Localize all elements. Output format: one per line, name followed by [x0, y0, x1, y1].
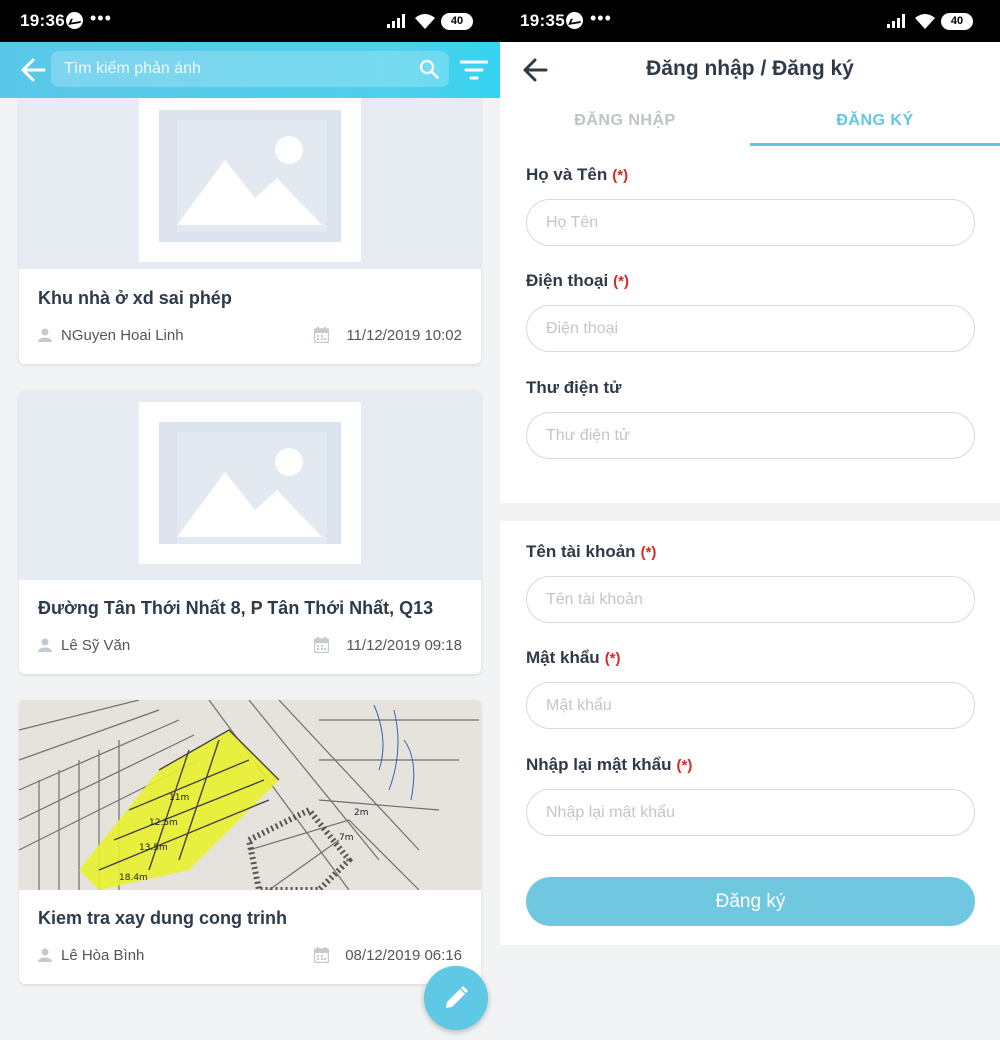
signal-icon — [387, 14, 405, 28]
password-label-text: Mật khẩu — [526, 648, 600, 667]
password-label: Mật khẩu (*) — [526, 648, 621, 668]
list-item[interactable]: 11m 12.5m 13.5m 18.4m 7m 2m Kiem tra xay dun… — [19, 700, 481, 984]
confirm-password-label: Nhập lại mật khẩu (*) — [526, 755, 692, 775]
fullname-label-text: Họ và Tên — [526, 165, 608, 184]
username-field[interactable] — [526, 576, 975, 623]
more-icon: ••• — [590, 8, 612, 28]
email-label-text: Thư điện tử — [526, 378, 622, 397]
item-title: Kiem tra xay dung cong trinh — [38, 908, 288, 928]
status-bar: 19:36 ••• 40 — [0, 0, 500, 42]
status-bar: 19:35 ••• 40 — [500, 0, 1000, 42]
wifi-icon — [415, 14, 435, 29]
required-mark: (*) — [612, 167, 629, 184]
more-icon: ••• — [90, 8, 112, 28]
battery-icon: 40 — [941, 13, 973, 30]
svg-text:18.4m: 18.4m — [119, 873, 148, 883]
item-date: 11/12/2019 09:18 — [346, 637, 462, 654]
required-mark: (*) — [604, 650, 621, 667]
svg-text:7m: 7m — [339, 833, 354, 843]
bottom-area — [500, 945, 1000, 1040]
page-title: Đăng nhập / Đăng ký — [646, 57, 854, 80]
username-label-text: Tên tài khoản — [526, 542, 636, 561]
back-arrow-icon[interactable] — [20, 57, 46, 83]
item-title: Khu nhà ở xd sai phép — [38, 288, 232, 308]
fullname-label: Họ và Tên (*) — [526, 165, 628, 185]
edit-pencil-icon — [446, 985, 469, 1008]
search-header: Tìm kiếm phản ánh — [0, 42, 500, 98]
messenger-icon — [66, 12, 83, 29]
feedback-list-screen: Khu nhà ở xd sai phép NGuyen Hoai Linh 1… — [0, 0, 500, 1040]
svg-text:13.5m: 13.5m — [139, 843, 168, 853]
item-author: NGuyen Hoai Linh — [61, 327, 184, 344]
item-title: Đường Tân Thới Nhất 8, P Tân Thới Nhất, … — [38, 598, 434, 618]
phone-label: Điện thoại (*) — [526, 271, 629, 291]
svg-text:2m: 2m — [354, 808, 369, 818]
user-icon — [38, 948, 52, 962]
tab-login[interactable]: ĐĂNG NHẬP — [500, 98, 750, 146]
fullname-field[interactable] — [526, 199, 975, 246]
signal-icon — [887, 14, 905, 28]
item-photo: 11m 12.5m 13.5m 18.4m 7m 2m — [19, 700, 481, 890]
calendar-icon — [314, 637, 329, 653]
tab-register[interactable]: ĐĂNG KÝ — [750, 98, 1000, 146]
calendar-icon — [314, 947, 329, 963]
username-label: Tên tài khoản (*) — [526, 542, 656, 562]
item-meta: Lê Hòa Bình 08/12/2019 06:16 — [38, 947, 462, 965]
item-author: Lê Sỹ Văn — [61, 637, 131, 654]
phone-label-text: Điện thoại — [526, 271, 609, 290]
item-meta: Lê Sỹ Văn 11/12/2019 09:18 — [38, 637, 462, 655]
search-input[interactable]: Tìm kiếm phản ánh — [51, 51, 449, 87]
item-author: Lê Hòa Bình — [61, 947, 145, 964]
image-placeholder-icon — [19, 390, 481, 580]
auth-header: Đăng nhập / Đăng ký — [500, 42, 1000, 98]
phone-field[interactable] — [526, 305, 975, 352]
email-label: Thư điện tử — [526, 378, 621, 398]
status-time: 19:35 — [520, 11, 565, 30]
email-field[interactable] — [526, 412, 975, 459]
password-field[interactable] — [526, 682, 975, 729]
filter-icon[interactable] — [460, 59, 488, 81]
svg-text:12.5m: 12.5m — [149, 818, 178, 828]
auth-screen: 19:35 ••• 40 Đăng nhập / Đăng ký ĐĂNG NH… — [500, 0, 1000, 1040]
section-divider — [500, 503, 1000, 521]
item-date: 08/12/2019 06:16 — [345, 947, 462, 964]
calendar-icon — [314, 327, 329, 343]
auth-tabs: ĐĂNG NHẬP ĐĂNG KÝ — [500, 98, 1000, 146]
messenger-icon — [566, 12, 583, 29]
confirm-password-field[interactable] — [526, 789, 975, 836]
svg-text:11m: 11m — [169, 793, 189, 803]
user-icon — [38, 638, 52, 652]
wifi-icon — [915, 14, 935, 29]
create-report-button[interactable] — [424, 966, 488, 1030]
required-mark: (*) — [613, 273, 629, 290]
list-item[interactable]: Khu nhà ở xd sai phép NGuyen Hoai Linh 1… — [19, 86, 481, 364]
status-time: 19:36 — [20, 11, 65, 30]
required-mark: (*) — [640, 544, 657, 561]
battery-icon: 40 — [441, 13, 473, 30]
register-button[interactable]: Đăng ký — [526, 877, 975, 926]
confirm-password-label-text: Nhập lại mật khẩu — [526, 755, 672, 774]
item-date: 11/12/2019 10:02 — [346, 327, 462, 344]
image-placeholder-icon — [19, 86, 481, 269]
list-item[interactable]: Đường Tân Thới Nhất 8, P Tân Thới Nhất, … — [19, 390, 481, 674]
required-mark: (*) — [676, 757, 693, 774]
search-placeholder: Tìm kiếm phản ánh — [64, 60, 201, 77]
item-meta: NGuyen Hoai Linh 11/12/2019 10:02 — [38, 327, 462, 345]
search-icon[interactable] — [419, 59, 439, 79]
user-icon — [38, 328, 52, 342]
